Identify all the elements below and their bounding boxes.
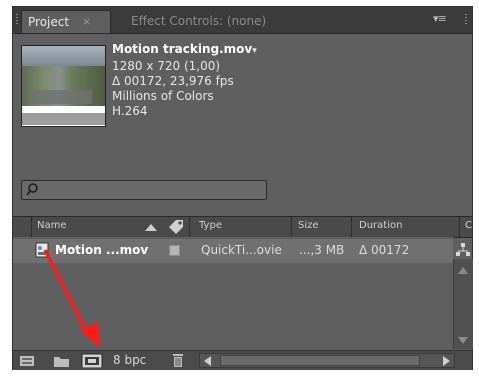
tab-close-icon[interactable]: ×	[82, 15, 91, 28]
row-size: ...,3 MB	[299, 243, 345, 257]
footage-codec: H.264	[112, 104, 148, 118]
interpret-footage-icon[interactable]	[19, 353, 37, 368]
sort-ascending-icon[interactable]	[145, 222, 157, 231]
row-duration: Δ 00172	[359, 243, 410, 257]
tab-project-label: Project	[28, 15, 70, 29]
folder-icon[interactable]	[53, 353, 71, 368]
footage-info: Motion tracking.mov▾ 1280 x 720 (1,00) Δ…	[112, 42, 257, 119]
panel-grip[interactable]	[16, 14, 18, 26]
label-color-swatch[interactable]	[169, 245, 180, 256]
footage-dimensions: 1280 x 720 (1,00)	[112, 59, 221, 73]
footage-colors: Millions of Colors	[112, 89, 214, 103]
project-panel: Project × Effect Controls: (none) ▾≡ Mot…	[12, 6, 473, 370]
footage-name[interactable]: Motion tracking.mov	[112, 42, 252, 56]
scroll-down-icon[interactable]	[458, 337, 468, 344]
scroll-right-icon[interactable]	[443, 356, 450, 366]
column-duration[interactable]: Duration	[359, 220, 402, 231]
movie-file-icon	[35, 242, 49, 258]
footage-name-dropdown-icon[interactable]: ▾	[252, 46, 257, 56]
horizontal-scrollbar[interactable]	[199, 353, 455, 368]
tab-project[interactable]: Project ×	[21, 10, 111, 33]
vertical-scrollbar[interactable]	[453, 259, 473, 349]
column-header: Name Type Size Duration C	[13, 216, 472, 238]
column-name[interactable]: Name	[37, 220, 67, 231]
bit-depth-button[interactable]: 8 bpc	[113, 353, 146, 367]
scroll-up-icon[interactable]	[458, 267, 468, 274]
label-tag-icon[interactable]	[168, 219, 184, 234]
composition-icon[interactable]	[81, 353, 103, 368]
column-type[interactable]: Type	[199, 220, 222, 231]
trash-icon[interactable]	[171, 353, 185, 368]
flowchart-icon[interactable]	[456, 242, 470, 258]
tab-effect-controls[interactable]: Effect Controls: (none)	[131, 14, 266, 28]
bottom-toolbar: 8 bpc	[13, 350, 472, 370]
footage-duration: Δ 00172, 23,976 fps	[112, 74, 234, 88]
panel-grip-right[interactable]	[465, 14, 467, 26]
panel-tab-bar: Project × Effect Controls: (none) ▾≡	[13, 7, 472, 34]
scroll-left-icon[interactable]	[204, 356, 211, 366]
search-icon	[26, 183, 38, 196]
scroll-thumb[interactable]	[220, 355, 420, 366]
search-input[interactable]	[21, 180, 267, 200]
row-type: QuickTi...ovie	[201, 243, 282, 257]
row-name: Motion ...mov	[55, 243, 149, 257]
column-extra[interactable]: C	[465, 220, 472, 231]
column-size[interactable]: Size	[298, 220, 319, 231]
table-row[interactable]: Motion ...mov QuickTi...ovie ...,3 MB Δ …	[13, 239, 453, 263]
panel-menu-icon[interactable]: ▾≡	[433, 12, 447, 25]
footage-thumbnail	[21, 45, 106, 127]
